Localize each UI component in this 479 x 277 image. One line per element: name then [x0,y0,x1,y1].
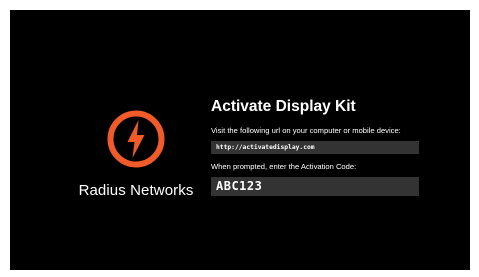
lightning-bolt-icon [107,110,165,168]
brand-name: Radius Networks [78,182,194,199]
activation-code-field: ABC123 [211,177,419,196]
url-instruction: Visit the following url on your computer… [211,126,401,135]
activation-screen: Radius Networks Activate Display Kit Vis… [10,10,470,270]
page-title: Activate Display Kit [211,98,356,115]
activation-url-field: http://activatedisplay.com [211,141,419,154]
brand-block: Radius Networks [66,108,206,199]
code-instruction: When prompted, enter the Activation Code… [211,162,357,171]
activation-panel: Activate Display Kit Visit the following… [211,98,441,196]
